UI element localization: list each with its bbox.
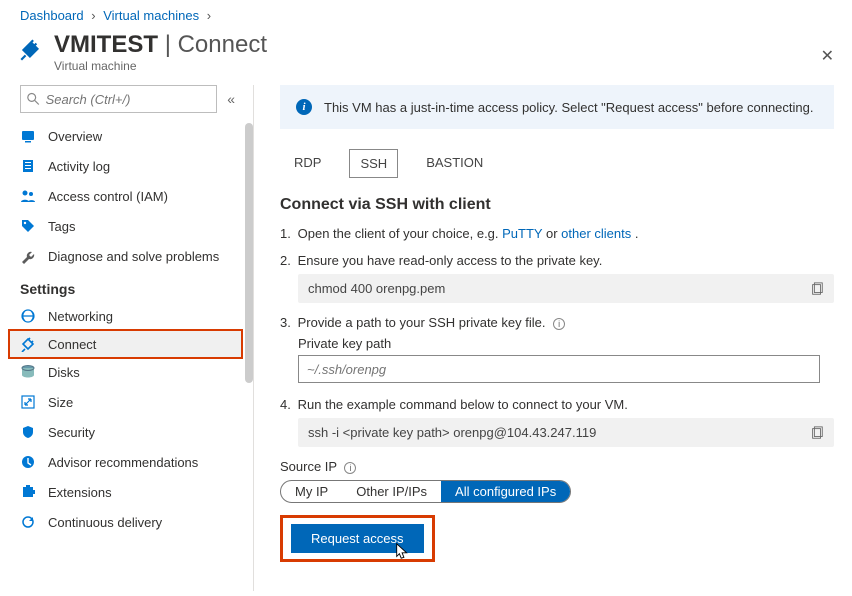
link-putty[interactable]: PuTTY <box>502 226 542 241</box>
vm-icon <box>20 128 36 144</box>
link-other-clients[interactable]: other clients <box>561 226 631 241</box>
page-header: VMITEST | Connect Virtual machine <box>0 27 852 85</box>
close-icon[interactable]: ✕ <box>821 46 834 66</box>
info-bar-text: This VM has a just-in-time access policy… <box>324 100 813 115</box>
search-box[interactable] <box>20 85 217 113</box>
step-4: 4. Run the example command below to conn… <box>280 397 834 447</box>
people-icon <box>20 188 36 204</box>
request-access-button[interactable]: Request access <box>291 524 424 553</box>
advisor-icon <box>20 454 36 470</box>
wrench-icon <box>20 248 36 264</box>
sidebar-item-label: Connect <box>48 337 96 352</box>
pk-label: Private key path <box>298 336 834 351</box>
sidebar-item-label: Activity log <box>48 159 110 174</box>
sidebar-item-diagnose-and-solve-problems[interactable]: Diagnose and solve problems <box>0 241 253 271</box>
shield-icon <box>20 424 36 440</box>
main-panel: i This VM has a just-in-time access poli… <box>254 85 852 591</box>
private-key-input[interactable] <box>298 355 820 383</box>
disk-icon <box>20 364 36 380</box>
pill-other-ip-ips[interactable]: Other IP/IPs <box>342 481 441 502</box>
sidebar-item-extensions[interactable]: Extensions <box>0 477 253 507</box>
tab-ssh[interactable]: SSH <box>349 149 398 178</box>
sidebar-item-tags[interactable]: Tags <box>0 211 253 241</box>
source-ip-label: Source IP <box>280 459 337 474</box>
sidebar-item-overview[interactable]: Overview <box>0 121 253 151</box>
sidebar-item-label: Access control (IAM) <box>48 189 168 204</box>
sidebar-item-disks[interactable]: Disks <box>0 357 253 387</box>
page-title: VMITEST | Connect <box>54 31 267 59</box>
scrollbar-thumb[interactable] <box>245 123 253 383</box>
info-bar: i This VM has a just-in-time access poli… <box>280 85 834 129</box>
help-icon[interactable]: i <box>344 462 356 474</box>
plug-icon <box>18 37 44 63</box>
step-3: 3. Provide a path to your SSH private ke… <box>280 315 834 383</box>
nav-section-settings: Settings <box>0 271 253 301</box>
sidebar-item-access-control-iam-[interactable]: Access control (IAM) <box>0 181 253 211</box>
size-icon <box>20 394 36 410</box>
sidebar-item-label: Diagnose and solve problems <box>48 249 219 264</box>
sidebar-item-label: Extensions <box>48 485 112 500</box>
chevron-right-icon: › <box>207 8 211 23</box>
code-ssh: ssh -i <private key path> orenpg@104.43.… <box>298 418 834 447</box>
sidebar: « Overview Activity log Access control (IA… <box>0 85 254 591</box>
tab-rdp[interactable]: RDP <box>284 149 331 178</box>
search-input[interactable] <box>46 92 211 107</box>
page-subtitle: Virtual machine <box>54 59 267 73</box>
search-icon <box>27 92 40 106</box>
step-1: 1. Open the client of your choice, e.g. … <box>280 226 834 241</box>
sidebar-item-networking[interactable]: Networking <box>0 301 253 331</box>
copy-icon[interactable] <box>810 282 824 296</box>
step-2: 2. Ensure you have read-only access to t… <box>280 253 834 303</box>
pill-my-ip[interactable]: My IP <box>281 481 342 502</box>
highlight-request-access: Request access <box>280 515 435 562</box>
source-ip-pills: My IPOther IP/IPsAll configured IPs <box>280 480 571 503</box>
sidebar-item-activity-log[interactable]: Activity log <box>0 151 253 181</box>
info-icon: i <box>296 99 312 115</box>
sidebar-item-label: Size <box>48 395 73 410</box>
log-icon <box>20 158 36 174</box>
sidebar-item-label: Continuous delivery <box>48 515 162 530</box>
sidebar-item-label: Advisor recommendations <box>48 455 198 470</box>
tabs: RDP SSH BASTION <box>284 149 834 178</box>
plug-icon <box>20 336 36 352</box>
source-ip-row: Source IP i My IPOther IP/IPsAll configu… <box>280 459 834 503</box>
sidebar-item-label: Security <box>48 425 95 440</box>
chevron-right-icon: › <box>91 8 95 23</box>
help-icon[interactable]: i <box>553 318 565 330</box>
code-chmod: chmod 400 orenpg.pem <box>298 274 834 303</box>
cd-icon <box>20 514 36 530</box>
sidebar-item-label: Overview <box>48 129 102 144</box>
breadcrumb: Dashboard › Virtual machines › <box>0 0 852 27</box>
sidebar-item-label: Tags <box>48 219 75 234</box>
sidebar-item-continuous-delivery[interactable]: Continuous delivery <box>0 507 253 537</box>
copy-icon[interactable] <box>810 426 824 440</box>
chevron-left-double-icon[interactable]: « <box>227 91 235 107</box>
net-icon <box>20 308 36 324</box>
pill-all-configured-ips[interactable]: All configured IPs <box>441 481 570 502</box>
sidebar-item-advisor-recommendations[interactable]: Advisor recommendations <box>0 447 253 477</box>
breadcrumb-vms[interactable]: Virtual machines <box>103 8 199 23</box>
ext-icon <box>20 484 36 500</box>
sidebar-item-security[interactable]: Security <box>0 417 253 447</box>
section-heading: Connect via SSH with client <box>280 196 834 214</box>
tag-icon <box>20 218 36 234</box>
sidebar-item-label: Disks <box>48 365 80 380</box>
tab-bastion[interactable]: BASTION <box>416 149 493 178</box>
sidebar-item-connect[interactable]: Connect <box>8 329 243 359</box>
sidebar-item-label: Networking <box>48 309 113 324</box>
sidebar-item-size[interactable]: Size <box>0 387 253 417</box>
breadcrumb-dashboard[interactable]: Dashboard <box>20 8 84 23</box>
